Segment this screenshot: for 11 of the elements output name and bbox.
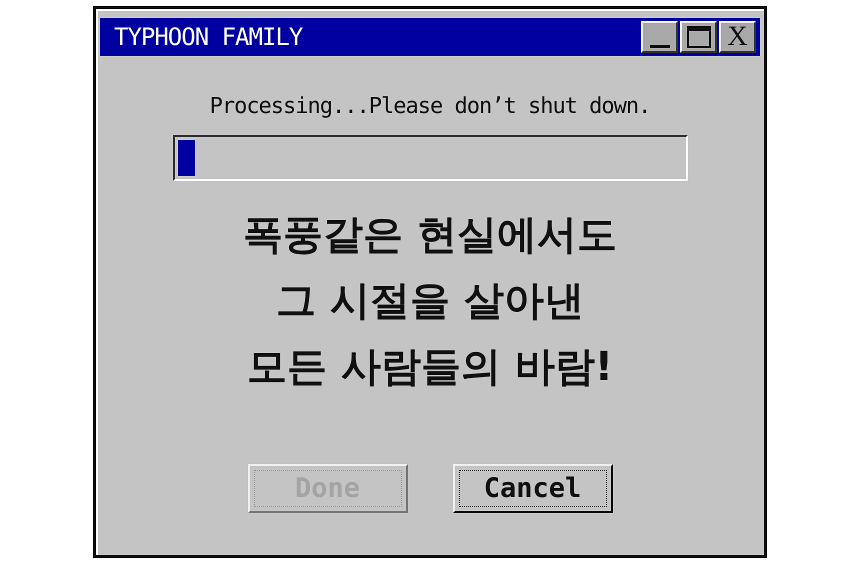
dialog-button[interactable]: Cancel — [452, 464, 612, 513]
slogan-line: 그 시절을 살아낸 — [276, 277, 584, 325]
slogan-line: 폭풍같은 현실에서도 — [243, 211, 617, 259]
maximize-button[interactable] — [680, 21, 717, 53]
window-title: TYPHOON FAMILY — [114, 23, 302, 51]
maximize-icon — [686, 25, 712, 49]
close-button[interactable]: X — [719, 21, 756, 53]
minimize-button[interactable] — [641, 21, 678, 53]
minimize-icon — [650, 44, 670, 48]
slogan-line: 모든 사람들의 바람! — [246, 343, 614, 391]
status-message: Processing...Please don’t shut down. — [210, 94, 650, 119]
